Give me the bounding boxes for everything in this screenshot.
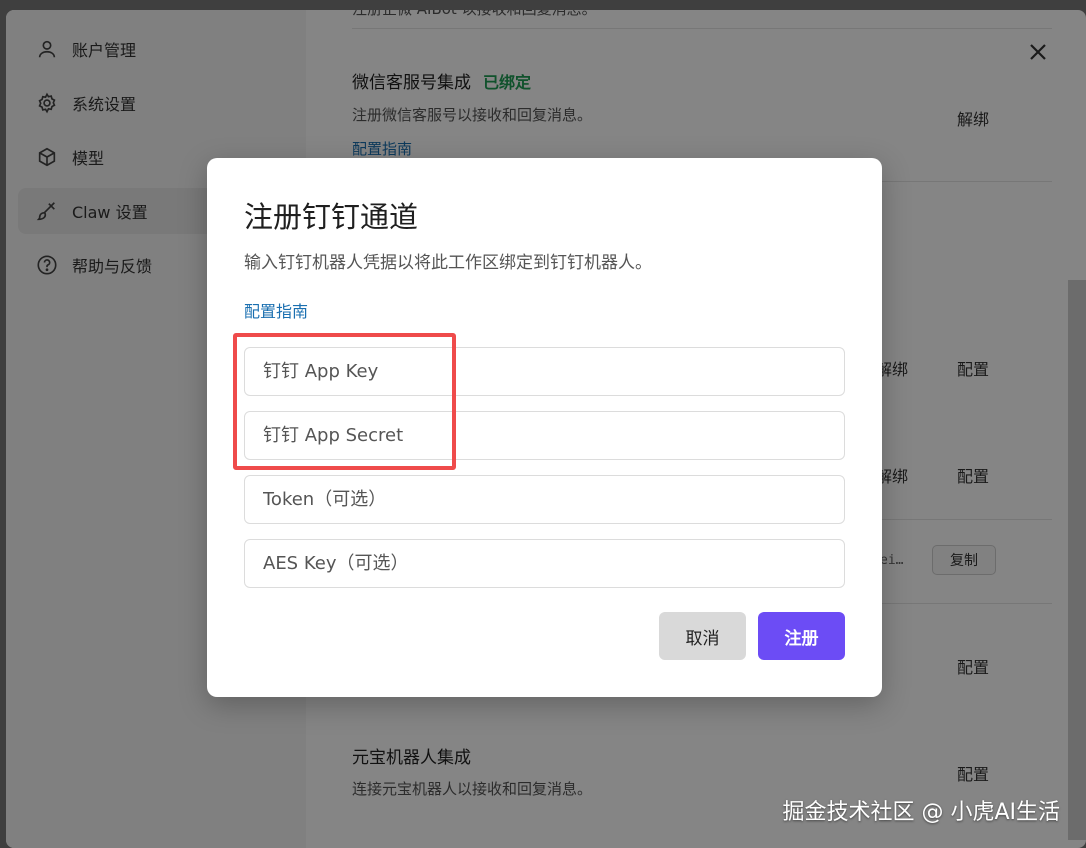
register-button[interactable]: 注册 <box>758 612 845 660</box>
cancel-button[interactable]: 取消 <box>659 612 746 660</box>
dialog-description: 输入钉钉机器人凭据以将此工作区绑定到钉钉机器人。 <box>244 253 652 273</box>
aes-key-input[interactable] <box>244 539 845 588</box>
watermark: 掘金技术社区 @ 小虎AI生活 <box>782 800 1060 825</box>
app-secret-input[interactable] <box>244 411 845 460</box>
config-guide-link[interactable]: 配置指南 <box>244 298 308 322</box>
dialog-title: 注册钉钉通道 <box>244 200 419 234</box>
app-key-input[interactable] <box>244 347 845 396</box>
token-input[interactable] <box>244 475 845 524</box>
register-dingtalk-dialog: 注册钉钉通道 输入钉钉机器人凭据以将此工作区绑定到钉钉机器人。 配置指南 取消 … <box>207 158 882 697</box>
